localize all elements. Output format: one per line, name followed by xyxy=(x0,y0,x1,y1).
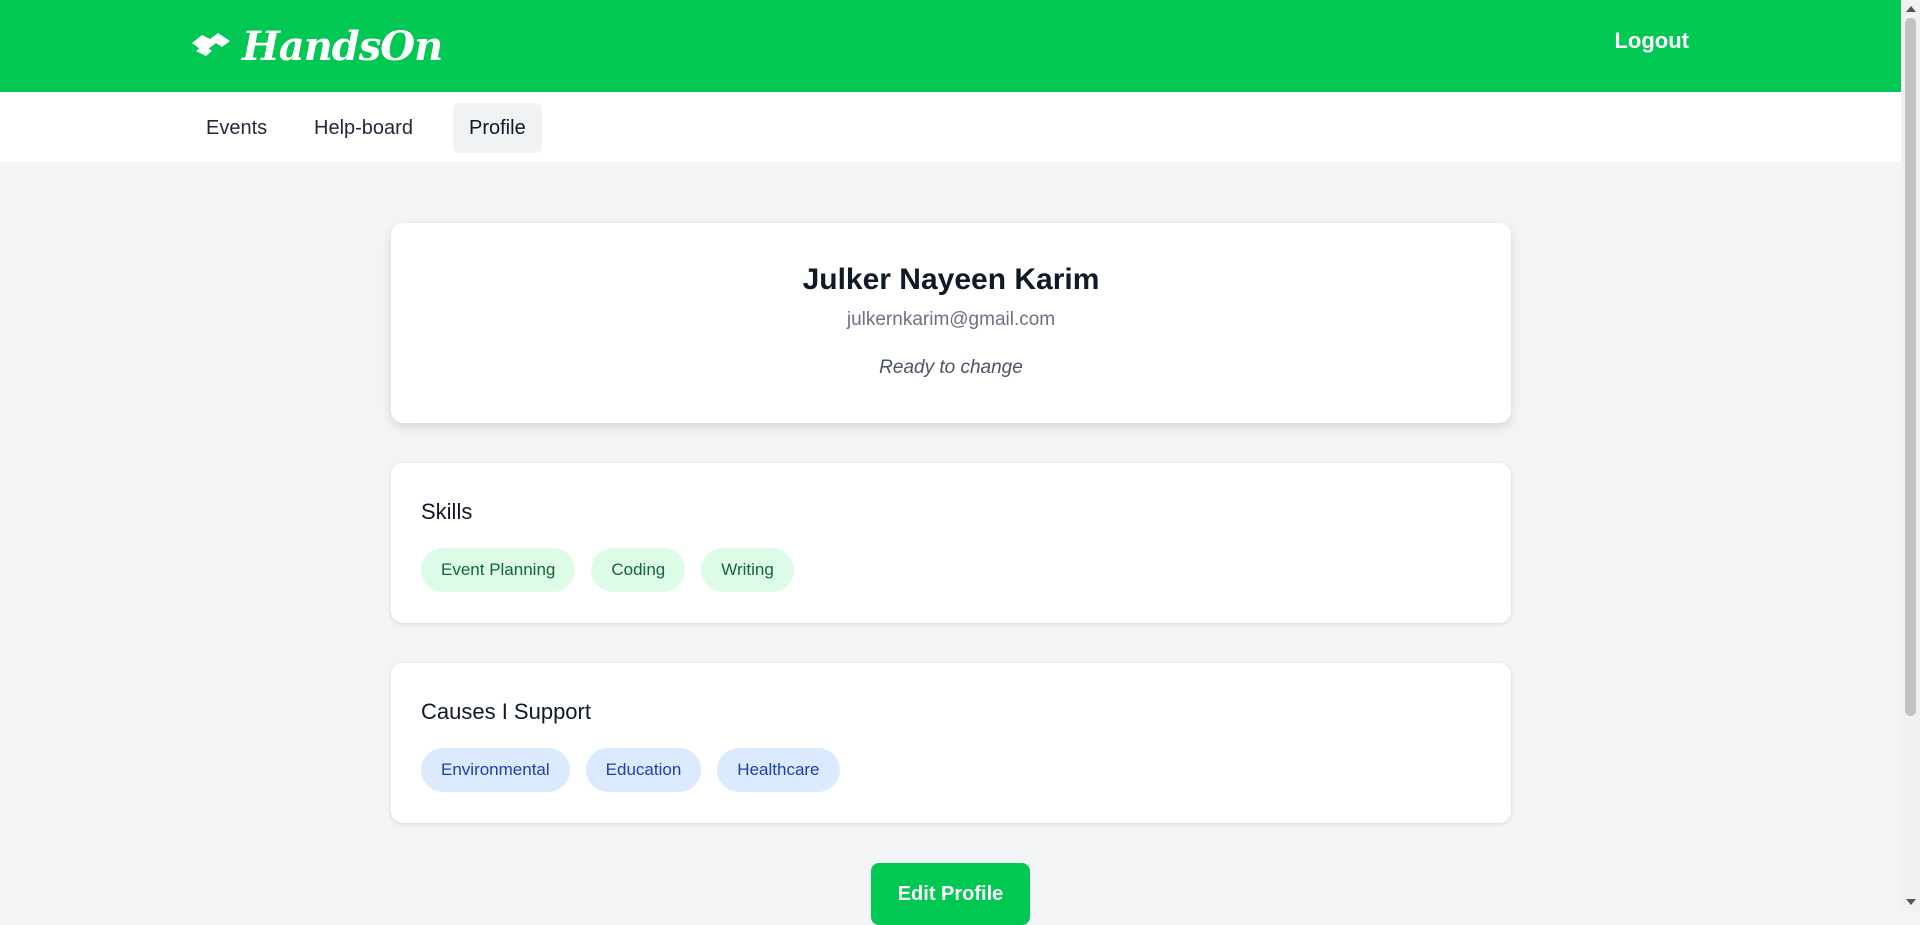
logout-button[interactable]: Logout xyxy=(1614,28,1689,54)
handshake-icon xyxy=(190,29,232,64)
skill-tag: Writing xyxy=(701,548,794,592)
causes-tag-list: Environmental Education Healthcare xyxy=(421,748,840,792)
logo-text: HandsOn xyxy=(242,22,443,70)
scroll-up-arrow-icon[interactable] xyxy=(1906,6,1916,12)
cause-tag: Education xyxy=(585,748,702,792)
profile-card: Julker Nayeen Karim julkernkarim@gmail.c… xyxy=(391,223,1511,423)
profile-bio: Ready to change xyxy=(879,357,1023,378)
scroll-down-arrow-icon[interactable] xyxy=(1906,899,1916,905)
scrollbar-thumb[interactable] xyxy=(1905,18,1916,716)
skills-title: Skills xyxy=(421,499,473,524)
page-scrollbar[interactable] xyxy=(1901,0,1920,911)
skills-card: Skills Event Planning Coding Writing xyxy=(391,463,1511,623)
profile-name: Julker Nayeen Karim xyxy=(802,263,1100,296)
profile-email: julkernkarim@gmail.com xyxy=(846,309,1056,330)
causes-title: Causes I Support xyxy=(421,699,591,724)
main-nav: Events Help-board Profile xyxy=(0,92,1901,162)
skill-tag: Event Planning xyxy=(421,548,576,592)
skills-tag-list: Event Planning Coding Writing xyxy=(421,548,794,592)
skill-tag: Coding xyxy=(591,548,686,592)
cause-tag: Environmental xyxy=(421,748,570,792)
top-header: HandsOn Logout xyxy=(0,0,1901,92)
brand-logo[interactable]: HandsOn xyxy=(190,22,443,70)
causes-card: Causes I Support Environmental Education… xyxy=(391,663,1511,823)
nav-help-board[interactable]: Help-board xyxy=(298,103,429,153)
edit-profile-button[interactable]: Edit Profile xyxy=(871,863,1030,925)
cause-tag: Healthcare xyxy=(717,748,840,792)
nav-events[interactable]: Events xyxy=(190,103,283,153)
nav-profile[interactable]: Profile xyxy=(453,103,542,153)
